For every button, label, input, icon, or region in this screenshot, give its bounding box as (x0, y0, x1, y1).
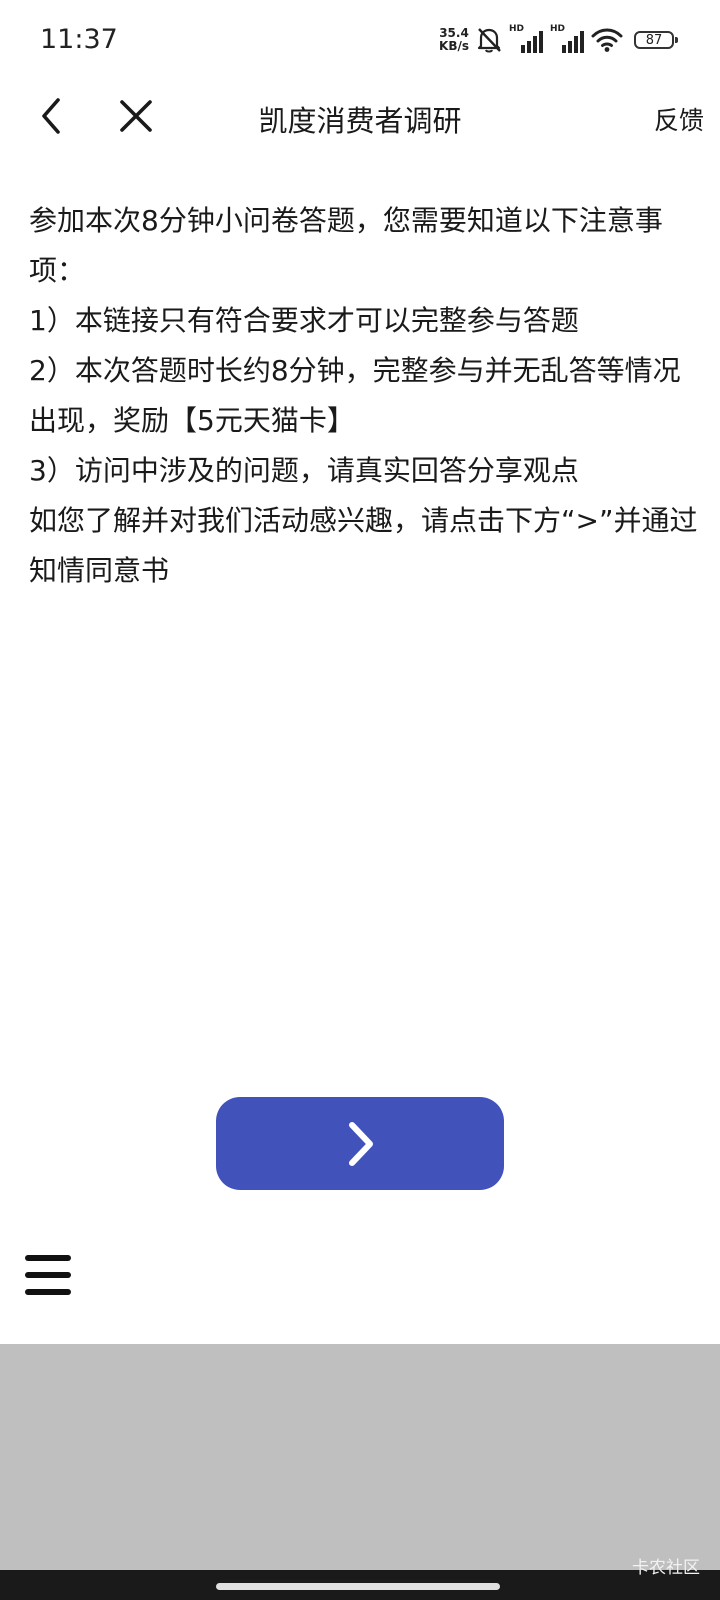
notice-instruction: 如您了解并对我们活动感兴趣，请点击下方“>”并通过知情同意书 (29, 504, 698, 587)
network-speed-unit: KB/s (439, 39, 469, 53)
notice-item-3: 3）访问中涉及的问题，请真实回答分享观点 (29, 454, 579, 487)
close-icon[interactable] (114, 94, 158, 138)
menu-icon[interactable] (24, 1254, 72, 1296)
home-indicator[interactable] (216, 1583, 500, 1590)
watermark: 卡农社区 (632, 1558, 700, 1578)
notice-item-2: 2）本次答题时长约8分钟，完整参与并无乱答等情况出现，奖励【5元天猫卡】 (29, 354, 681, 437)
status-icons: 35.4 KB/s HD HD 87 (439, 22, 678, 58)
nav-bar: 凯度消费者调研 反馈 (0, 84, 720, 152)
battery-icon: 87 (634, 31, 678, 49)
chevron-right-icon (349, 1121, 373, 1166)
back-arrow-icon[interactable] (30, 94, 74, 138)
status-bar: 11:37 35.4 KB/s HD HD 87 (0, 0, 720, 84)
signal-sim2-icon: HD (550, 24, 584, 53)
signal-sim1-icon: HD (509, 24, 543, 53)
network-speed: 35.4 KB/s (439, 27, 469, 53)
survey-notice: 参加本次8分钟小问卷答题，您需要知道以下注意事项： 1）本链接只有符合要求才可以… (29, 196, 699, 596)
page-title: 凯度消费者调研 (258, 104, 462, 138)
notice-intro: 参加本次8分钟小问卷答题，您需要知道以下注意事项： (29, 204, 663, 287)
next-button[interactable] (216, 1097, 504, 1190)
wifi-icon (591, 28, 623, 52)
system-nav-bar (0, 1570, 720, 1600)
feedback-button[interactable]: 反馈 (654, 101, 704, 137)
grey-panel (0, 1344, 720, 1570)
bell-off-icon (477, 28, 501, 53)
notice-item-1: 1）本链接只有符合要求才可以完整参与答题 (29, 304, 579, 337)
battery-level: 87 (645, 32, 663, 48)
status-time: 11:37 (40, 24, 118, 55)
